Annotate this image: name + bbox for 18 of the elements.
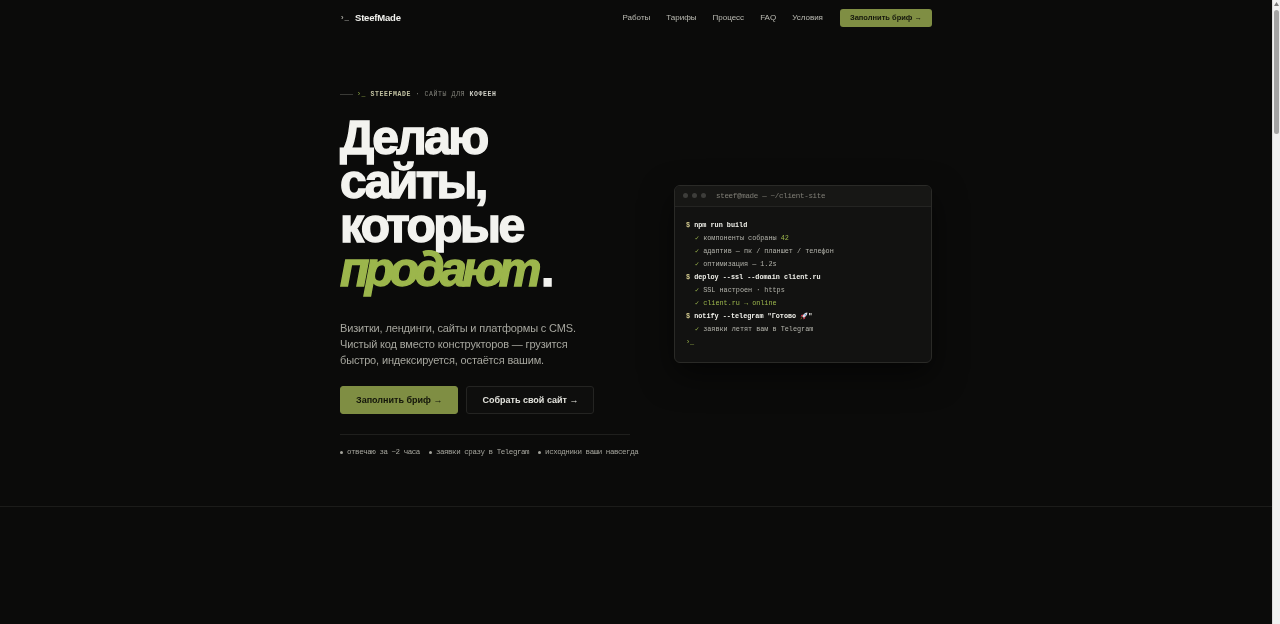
- scrollbar[interactable]: [1272, 0, 1280, 624]
- window-dot-icon: [701, 193, 706, 198]
- scroll-up-arrow-icon[interactable]: [1274, 2, 1279, 6]
- scrollbar-thumb[interactable]: [1274, 10, 1279, 134]
- nav-link[interactable]: Работы: [622, 13, 651, 22]
- hero-description: Визитки, лендинги, сайты и платформы с CMS. Чистый код вместо конструкторов — грузится быстро, индексируется, остаётся вашим.: [340, 321, 577, 368]
- rocket-icon: [800, 312, 809, 320]
- brief-button[interactable]: Заполнить бриф →: [340, 386, 459, 414]
- nav-link[interactable]: Процесс: [712, 13, 745, 22]
- bullet-icon: [340, 450, 343, 454]
- bullet-icon: [428, 450, 432, 454]
- nav-link[interactable]: FAQ: [760, 13, 777, 22]
- bullet-icon: [538, 450, 542, 454]
- nav-link[interactable]: Условия: [792, 13, 823, 22]
- window-dot-icon: [683, 193, 688, 198]
- window-dot-icon: [692, 193, 697, 198]
- build-site-button[interactable]: Собрать свой сайт →: [466, 386, 595, 414]
- nav-link[interactable]: Тарифы: [666, 13, 697, 22]
